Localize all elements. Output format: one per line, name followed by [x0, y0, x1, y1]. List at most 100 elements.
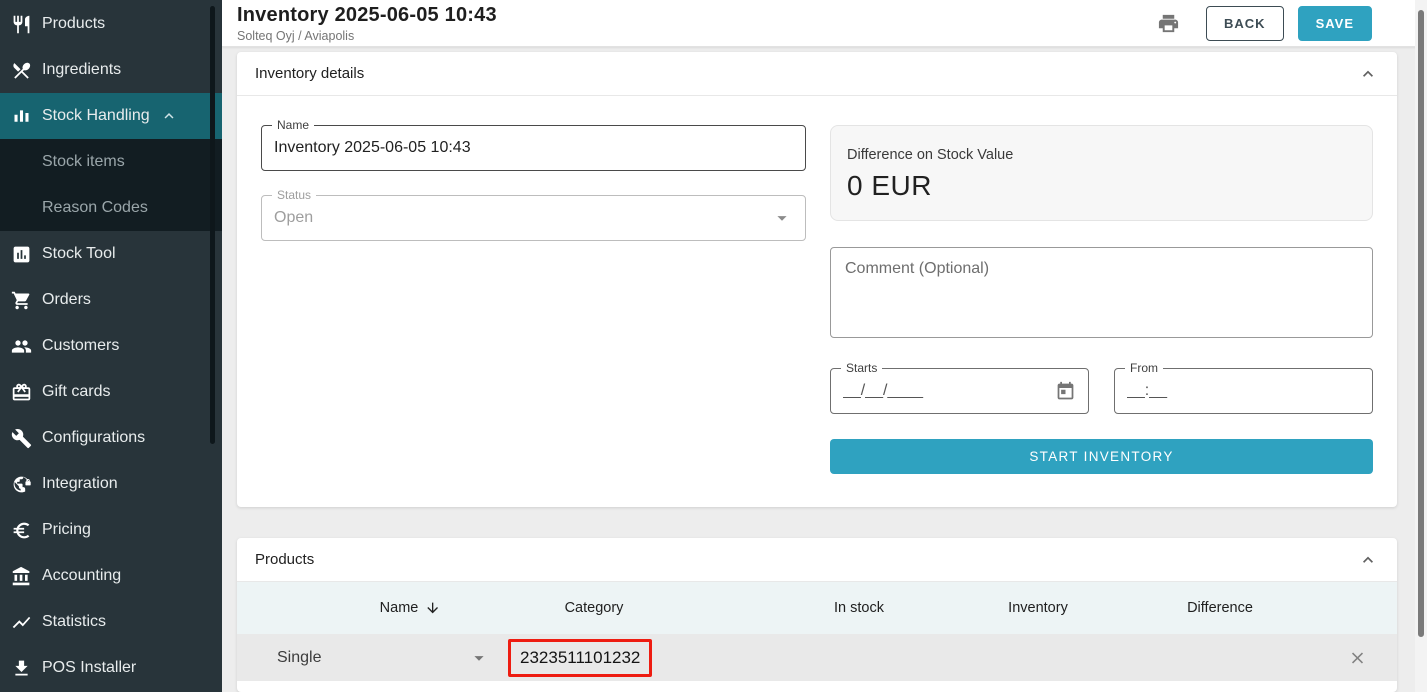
collapse-inventory-details-button[interactable] [1358, 64, 1378, 84]
section-title: Inventory details [255, 65, 364, 82]
products-card: Products Name Category I [237, 538, 1397, 692]
column-header-name[interactable]: Name [380, 600, 441, 616]
products-table-header: Name Category In stock Inventory Differe… [237, 582, 1397, 634]
print-button[interactable] [1157, 12, 1180, 35]
status-field-label: Status [272, 188, 316, 202]
difference-label: Difference on Stock Value [847, 147, 1356, 163]
sidebar-item-products[interactable]: Products [0, 1, 222, 47]
sidebar-item-label: Ingredients [42, 61, 121, 79]
section-title: Products [255, 551, 314, 568]
name-field-label: Name [272, 118, 314, 132]
title-block: Inventory 2025-06-05 10:43 Solteq Oyj / … [237, 4, 497, 43]
save-button[interactable]: SAVE [1298, 6, 1372, 41]
topbar: Inventory 2025-06-05 10:43 Solteq Oyj / … [222, 0, 1427, 47]
page-title: Inventory 2025-06-05 10:43 [237, 4, 497, 27]
column-label: Name [380, 600, 419, 616]
sidebar-item-label: Stock Handling [42, 107, 150, 125]
wrench-icon [10, 427, 32, 449]
name-field: Name [261, 125, 806, 171]
sidebar-item-configurations[interactable]: Configurations [0, 415, 222, 461]
name-input[interactable] [274, 139, 793, 157]
product-row: Single 2323511101232 [237, 634, 1397, 681]
date-time-row: Starts From [830, 368, 1373, 414]
column-header-category[interactable]: Category [565, 600, 624, 616]
close-icon [1348, 648, 1367, 667]
column-header-difference[interactable]: Difference [1187, 600, 1253, 616]
start-inventory-button[interactable]: START INVENTORY [830, 439, 1373, 474]
print-icon [1157, 12, 1180, 35]
sidebar-item-label: Customers [42, 337, 119, 355]
starts-field: Starts [830, 368, 1089, 414]
sidebar-item-label: Stock items [42, 153, 125, 171]
from-input[interactable] [1127, 382, 1360, 400]
arrow-down-icon [424, 600, 440, 616]
sidebar-scrollbar[interactable] [210, 6, 215, 444]
gift-card-icon [10, 381, 32, 403]
sidebar-item-ingredients[interactable]: Ingredients [0, 47, 222, 93]
starts-field-label: Starts [841, 361, 882, 375]
comment-textarea[interactable] [830, 247, 1373, 338]
chevron-up-icon [1358, 64, 1378, 84]
sidebar-item-label: Gift cards [42, 383, 110, 401]
bank-icon [10, 565, 32, 587]
from-field-label: From [1125, 361, 1163, 375]
sidebar-item-customers[interactable]: Customers [0, 323, 222, 369]
starts-input[interactable] [843, 382, 1055, 400]
details-left-column: Name Status Open [261, 125, 806, 474]
sidebar-item-label: Orders [42, 291, 91, 309]
back-button[interactable]: BACK [1206, 6, 1284, 41]
from-field: From [1114, 368, 1373, 414]
sidebar-item-label: Configurations [42, 429, 145, 447]
bar-chart-icon [10, 105, 32, 127]
sidebar-item-orders[interactable]: Orders [0, 277, 222, 323]
sidebar-item-pos-installer[interactable]: POS Installer [0, 645, 222, 691]
status-value: Open [274, 209, 771, 227]
page-scrollbar[interactable] [1415, 0, 1427, 692]
sidebar: Products Ingredients Stock Handling Stoc… [0, 0, 222, 692]
shopping-cart-icon [10, 289, 32, 311]
difference-card: Difference on Stock Value 0 EUR [830, 125, 1373, 221]
crossed-utensils-icon [10, 59, 32, 81]
column-header-inventory[interactable]: Inventory [1008, 600, 1068, 616]
inventory-details-body: Name Status Open Diff [237, 96, 1397, 507]
chart-box-icon [10, 243, 32, 265]
arrow-drop-down-icon [771, 207, 793, 229]
sidebar-item-pricing[interactable]: Pricing [0, 507, 222, 553]
content: Inventory details Name St [222, 47, 1427, 692]
inventory-details-card: Inventory details Name St [237, 52, 1397, 507]
product-type-select[interactable]: Single [265, 647, 490, 669]
sidebar-item-stock-items[interactable]: Stock items [0, 139, 222, 185]
sidebar-item-label: POS Installer [42, 659, 136, 677]
status-field[interactable]: Status Open [261, 195, 806, 241]
product-code-field[interactable]: 2323511101232 [508, 639, 652, 677]
column-header-in-stock[interactable]: In stock [834, 600, 884, 616]
details-right-column: Difference on Stock Value 0 EUR Starts [830, 125, 1373, 474]
calendar-button[interactable] [1055, 381, 1076, 402]
main-area: Inventory 2025-06-05 10:43 Solteq Oyj / … [222, 0, 1427, 692]
sidebar-item-label: Accounting [42, 567, 121, 585]
difference-value: 0 EUR [847, 170, 1356, 202]
globe-lock-icon [10, 473, 32, 495]
sidebar-item-label: Stock Tool [42, 245, 116, 263]
sidebar-item-integration[interactable]: Integration [0, 461, 222, 507]
restaurant-icon [10, 13, 32, 35]
remove-row-button[interactable] [1348, 648, 1367, 667]
sidebar-item-label: Statistics [42, 613, 106, 631]
app-root: Products Ingredients Stock Handling Stoc… [0, 0, 1427, 692]
arrow-drop-down-icon [468, 647, 490, 669]
calendar-icon [1055, 381, 1076, 402]
sidebar-item-reason-codes[interactable]: Reason Codes [0, 185, 222, 231]
sidebar-item-label: Pricing [42, 521, 91, 539]
chevron-up-icon [160, 107, 178, 125]
collapse-products-button[interactable] [1358, 550, 1378, 570]
sidebar-item-stock-handling[interactable]: Stock Handling [0, 93, 222, 139]
sidebar-item-gift-cards[interactable]: Gift cards [0, 369, 222, 415]
sidebar-item-statistics[interactable]: Statistics [0, 599, 222, 645]
page-scrollbar-thumb[interactable] [1418, 10, 1424, 637]
inventory-details-header: Inventory details [237, 52, 1397, 96]
trend-line-icon [10, 611, 32, 633]
sidebar-item-stock-tool[interactable]: Stock Tool [0, 231, 222, 277]
sidebar-item-label: Integration [42, 475, 118, 493]
sidebar-item-accounting[interactable]: Accounting [0, 553, 222, 599]
euro-icon [10, 519, 32, 541]
